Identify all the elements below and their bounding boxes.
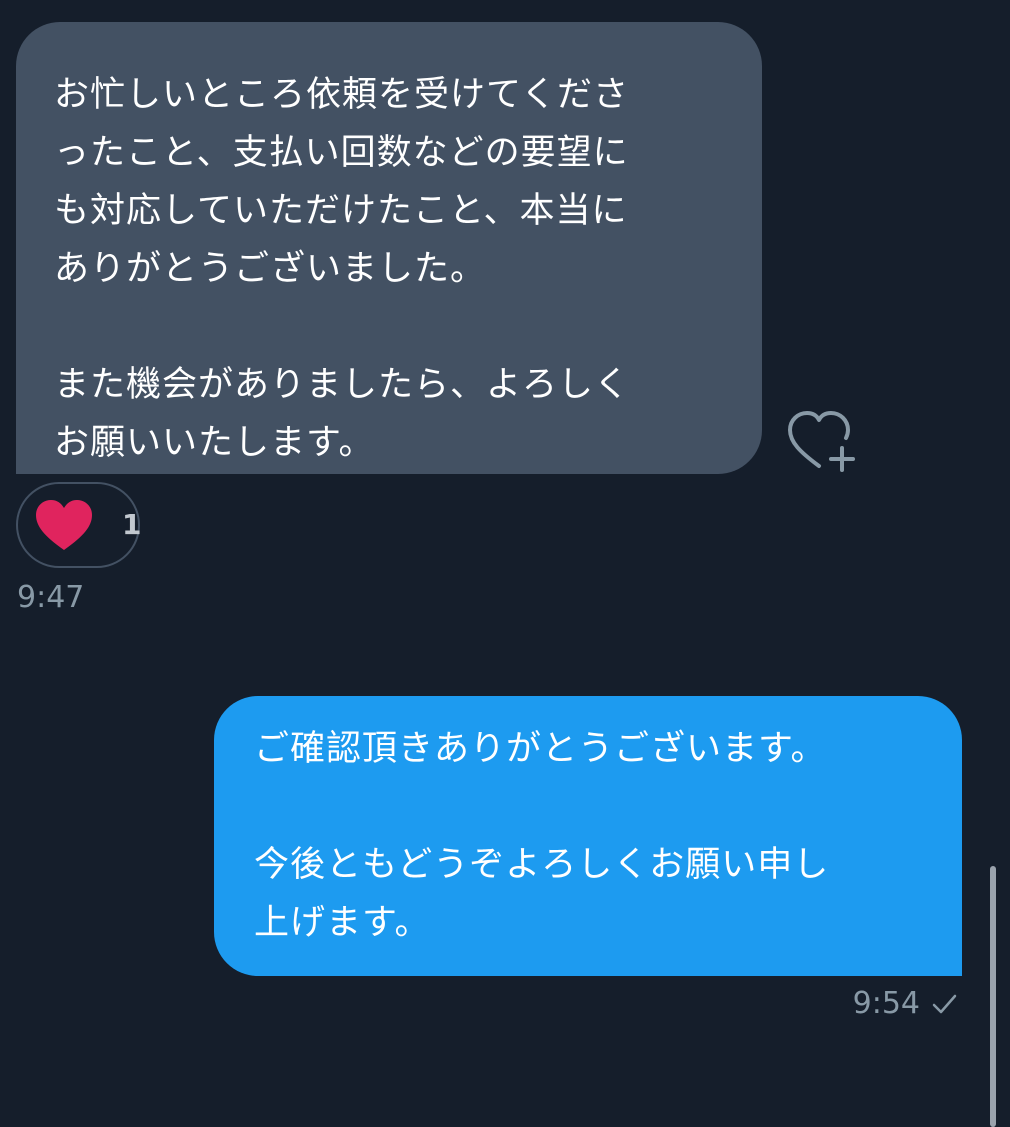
incoming-line-1: お忙しいところ依頼を受けてくださ [54,75,629,115]
heart-plus-icon [788,411,855,472]
outgoing-line-1: ご確認頂きありがとうございます。 [254,729,827,769]
reaction-count: 1 [122,508,142,541]
heart-icon [36,500,92,550]
incoming-line-2: ったこと、支払い回数などの要望に [54,133,629,173]
outgoing-line-2: 今後ともどうぞよろしくお願い申し [254,845,830,885]
outgoing-timestamp: 9:54 [852,986,920,1021]
outgoing-message-bubble[interactable]: ご確認頂きありがとうございます。 今後ともどうぞよろしくお願い申し 上げます。 [214,696,962,976]
incoming-timestamp: 9:47 [17,580,85,615]
add-reaction-button[interactable] [786,408,860,474]
incoming-message-bubble[interactable]: お忙しいところ依頼を受けてくださ ったこと、支払い回数などの要望に も対応してい… [16,22,762,474]
dm-conversation: お忙しいところ依頼を受けてくださ ったこと、支払い回数などの要望に も対応してい… [0,0,1010,1127]
incoming-line-5: また機会がありましたら、よろしく [54,365,631,405]
incoming-line-3: も対応していただけたこと、本当に [54,191,628,231]
scrollbar[interactable] [990,866,996,1127]
incoming-line-6: お願いいたします。 [54,423,375,463]
reaction-pill[interactable]: 1 [16,482,142,568]
outgoing-line-3: 上げます。 [254,903,431,943]
check-icon [932,994,957,1013]
incoming-line-4: ありがとうございました。 [54,249,487,289]
outgoing-meta: 9:54 [853,986,958,1021]
